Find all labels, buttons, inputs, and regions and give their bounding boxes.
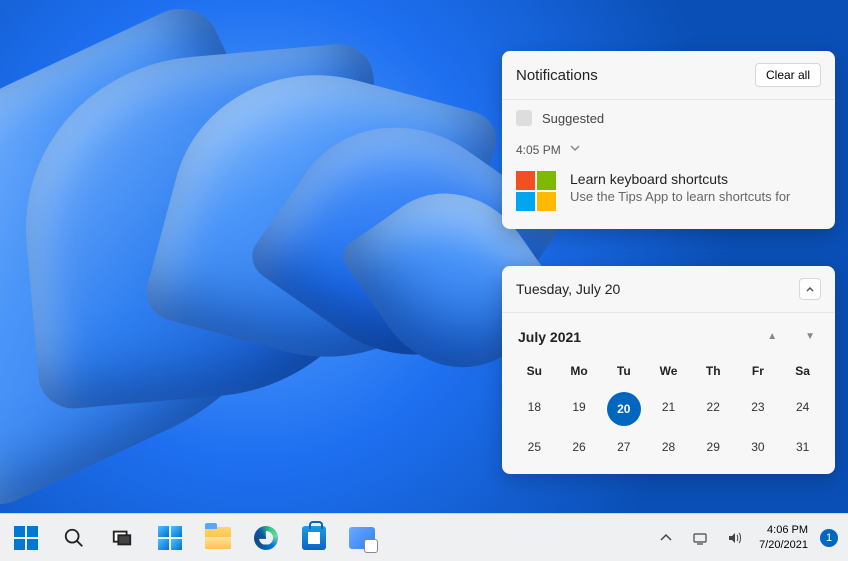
calendar-day[interactable]: 28 (646, 432, 691, 462)
calendar-day[interactable]: 23 (736, 392, 781, 426)
calendar-grid: SuMoTuWeThFrSa 18192021222324 252627282930… (502, 352, 835, 474)
network-button[interactable] (687, 518, 713, 558)
edge-icon (254, 526, 278, 550)
taskbar: 4:06 PM 7/20/2021 1 (0, 513, 848, 561)
folder-icon (205, 527, 231, 549)
tray-overflow-button[interactable] (653, 518, 679, 558)
windows-logo-icon (14, 526, 38, 550)
search-icon (63, 527, 85, 549)
snip-tool-button[interactable] (342, 518, 382, 558)
snip-icon (349, 527, 375, 549)
file-explorer-button[interactable] (198, 518, 238, 558)
notifications-title: Notifications (516, 67, 598, 84)
search-button[interactable] (54, 518, 94, 558)
calendar-dow: Tu (601, 356, 646, 386)
calendar-day[interactable]: 31 (780, 432, 825, 462)
notification-badge[interactable]: 1 (820, 529, 838, 547)
taskbar-app-icons (0, 518, 382, 558)
calendar-dow: Fr (736, 356, 781, 386)
calendar-header: Tuesday, July 20 (502, 266, 835, 313)
calendar-day[interactable]: 24 (780, 392, 825, 426)
calendar-panel: Tuesday, July 20 July 2021 ▲ ▼ SuMoTuWeT… (502, 266, 835, 474)
chevron-up-icon (805, 284, 815, 294)
next-month-button[interactable]: ▼ (801, 327, 819, 346)
collapse-calendar-button[interactable] (799, 278, 821, 300)
clock-time: 4:06 PM (759, 523, 808, 537)
suggested-icon (516, 110, 532, 126)
speaker-icon (726, 530, 742, 546)
notifications-header: Notifications Clear all (502, 51, 835, 100)
calendar-day[interactable]: 19 (557, 392, 602, 426)
calendar-dow: Mo (557, 356, 602, 386)
calendar-day[interactable]: 21 (646, 392, 691, 426)
store-button[interactable] (294, 518, 334, 558)
taskbar-clock[interactable]: 4:06 PM 7/20/2021 (755, 523, 812, 552)
calendar-month-label[interactable]: July 2021 (518, 329, 581, 345)
notification-time: 4:05 PM (516, 143, 561, 157)
notification-time-row[interactable]: 4:05 PM (502, 136, 835, 159)
edge-button[interactable] (246, 518, 286, 558)
calendar-full-date: Tuesday, July 20 (516, 281, 620, 297)
notification-text: Learn keyboard shortcuts Use the Tips Ap… (570, 171, 821, 204)
calendar-dow: Sa (780, 356, 825, 386)
microsoft-logo-icon (516, 171, 556, 211)
network-icon (692, 530, 708, 546)
suggested-row[interactable]: Suggested (502, 100, 835, 136)
calendar-day[interactable]: 26 (557, 432, 602, 462)
clear-all-button[interactable]: Clear all (755, 63, 821, 87)
chevron-down-icon (569, 142, 581, 157)
notifications-panel: Notifications Clear all Suggested 4:05 P… (502, 51, 835, 229)
calendar-day[interactable]: 27 (601, 432, 646, 462)
calendar-day[interactable]: 22 (691, 392, 736, 426)
chevron-up-icon (658, 530, 674, 546)
clock-date: 7/20/2021 (759, 538, 808, 552)
widgets-icon (158, 526, 182, 550)
notification-item[interactable]: Learn keyboard shortcuts Use the Tips Ap… (502, 159, 835, 229)
notification-body: Use the Tips App to learn shortcuts for (570, 189, 821, 204)
prev-month-button[interactable]: ▲ (763, 327, 781, 346)
calendar-month-row: July 2021 ▲ ▼ (502, 313, 835, 352)
calendar-day[interactable]: 18 (512, 392, 557, 426)
calendar-dow: We (646, 356, 691, 386)
start-button[interactable] (6, 518, 46, 558)
volume-button[interactable] (721, 518, 747, 558)
calendar-day[interactable]: 20 (607, 392, 641, 426)
calendar-dow: Th (691, 356, 736, 386)
system-tray: 4:06 PM 7/20/2021 1 (653, 518, 848, 558)
task-view-icon (111, 527, 133, 549)
suggested-label: Suggested (542, 111, 604, 126)
task-view-button[interactable] (102, 518, 142, 558)
calendar-dow: Su (512, 356, 557, 386)
calendar-day[interactable]: 30 (736, 432, 781, 462)
calendar-day[interactable]: 29 (691, 432, 736, 462)
calendar-day[interactable]: 25 (512, 432, 557, 462)
store-icon (302, 526, 326, 550)
notification-heading: Learn keyboard shortcuts (570, 171, 821, 187)
widgets-button[interactable] (150, 518, 190, 558)
